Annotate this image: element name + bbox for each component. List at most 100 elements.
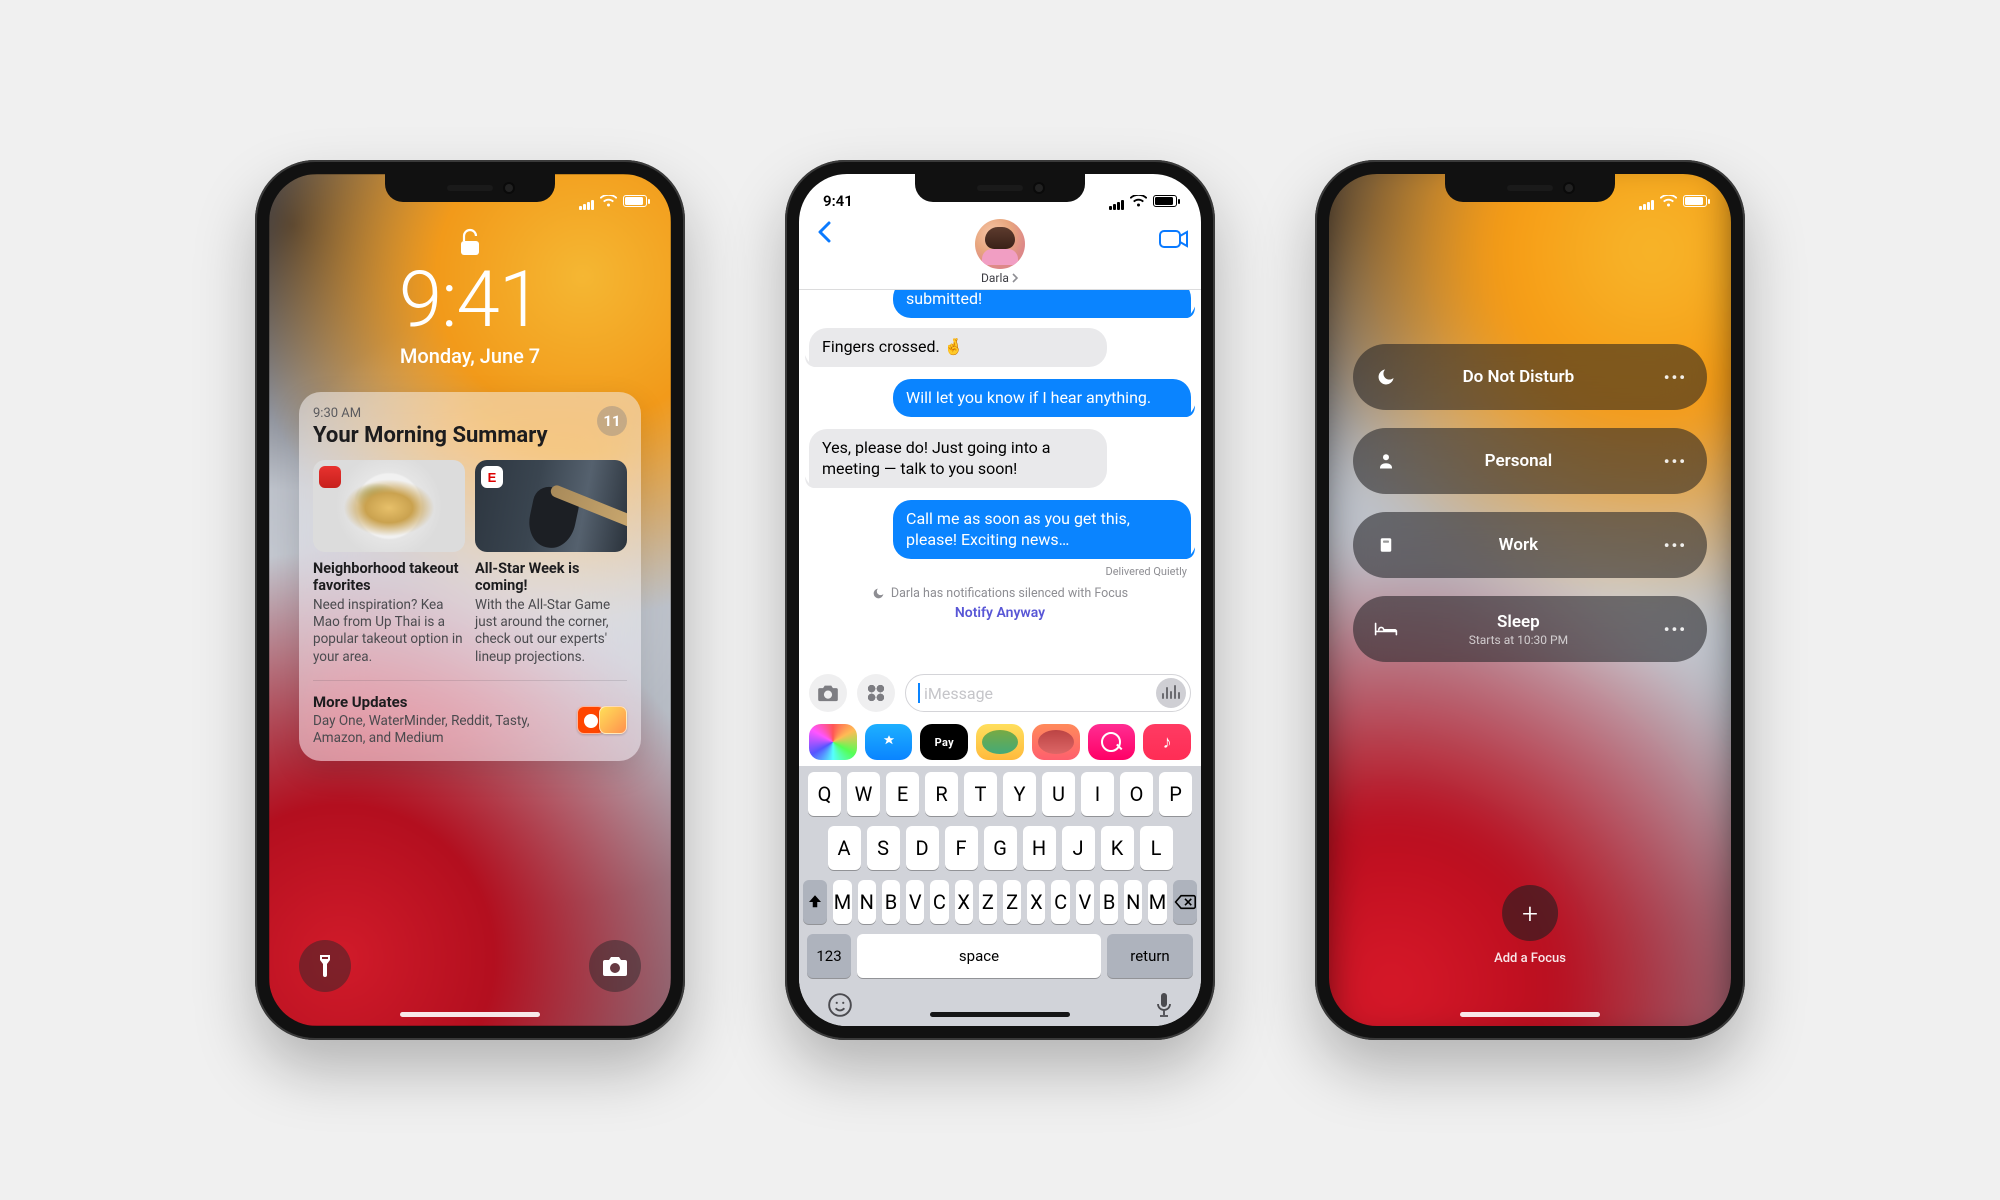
key-d[interactable]: D xyxy=(906,826,939,870)
key-h[interactable]: H xyxy=(1023,826,1056,870)
key-w[interactable]: W xyxy=(847,772,880,816)
message-in[interactable]: Yes, please do! Just going into a meetin… xyxy=(809,429,1107,488)
key-g[interactable]: G xyxy=(984,826,1017,870)
key-v[interactable]: V xyxy=(1076,880,1094,924)
app-photos[interactable] xyxy=(809,724,857,760)
espn-app-icon xyxy=(481,466,503,488)
lock-open-icon xyxy=(289,228,651,258)
key-x[interactable]: X xyxy=(1027,880,1045,924)
app-appstore[interactable] xyxy=(865,724,913,760)
key-y[interactable]: Y xyxy=(1003,772,1036,816)
focus-mode-options-button[interactable]: ••• xyxy=(1664,536,1687,555)
key-a[interactable]: A xyxy=(828,826,861,870)
key-l[interactable]: L xyxy=(1140,826,1173,870)
keyboard-row-1: QWERTYUIOP xyxy=(803,772,1197,816)
focus-mode-subtitle: Starts at 10:30 PM xyxy=(1373,633,1664,647)
space-key[interactable]: space xyxy=(857,934,1101,978)
key-z[interactable]: Z xyxy=(1003,880,1021,924)
key-b[interactable]: B xyxy=(882,880,900,924)
key-f[interactable]: F xyxy=(945,826,978,870)
summary-story[interactable]: All-Star Week is coming! With the All-St… xyxy=(475,460,627,666)
cellular-icon xyxy=(1638,192,1654,210)
focus-mode-work[interactable]: Work••• xyxy=(1353,512,1707,578)
tasty-app-icon xyxy=(599,706,627,734)
key-v[interactable]: V xyxy=(906,880,924,924)
wifi-icon xyxy=(1130,195,1147,207)
message-out[interactable]: Will let you know if I hear anything. xyxy=(893,379,1191,417)
lock-time: 9:41 xyxy=(289,262,651,340)
key-j[interactable]: J xyxy=(1062,826,1095,870)
message-out[interactable]: submitted! xyxy=(893,290,1191,318)
app-memoji[interactable] xyxy=(976,724,1024,760)
shift-key[interactable] xyxy=(803,880,827,924)
more-updates-app-icons xyxy=(583,706,627,734)
key-p[interactable]: P xyxy=(1159,772,1192,816)
app-applepay[interactable]: Pay xyxy=(920,724,968,760)
key-z[interactable]: Z xyxy=(979,880,997,924)
backspace-key[interactable] xyxy=(1173,880,1197,924)
key-c[interactable]: C xyxy=(1051,880,1069,924)
summary-timestamp: 9:30 AM xyxy=(313,406,548,421)
keyboard-row-2: ASDFGHJKL xyxy=(803,826,1197,870)
key-q[interactable]: Q xyxy=(808,772,841,816)
focus-mode-title: Sleep xyxy=(1373,612,1664,632)
message-input[interactable]: iMessage xyxy=(905,674,1191,712)
message-in[interactable]: Fingers crossed. 🤞 xyxy=(809,328,1107,366)
focus-mode-personal[interactable]: Personal••• xyxy=(1353,428,1707,494)
key-b[interactable]: B xyxy=(1100,880,1118,924)
key-s[interactable]: S xyxy=(867,826,900,870)
facetime-button[interactable] xyxy=(1159,229,1189,249)
add-focus-button[interactable]: + xyxy=(1502,885,1558,941)
dictation-key[interactable] xyxy=(1155,992,1173,1018)
cellular-icon xyxy=(1108,192,1124,210)
key-x[interactable]: X xyxy=(955,880,973,924)
home-indicator[interactable] xyxy=(400,1012,540,1017)
chevron-right-icon xyxy=(1011,273,1019,283)
home-indicator[interactable] xyxy=(930,1012,1070,1017)
key-k[interactable]: K xyxy=(1101,826,1134,870)
focus-mode-do-not-disturb[interactable]: Do Not Disturb••• xyxy=(1353,344,1707,410)
camera-button[interactable] xyxy=(809,674,847,712)
app-music[interactable] xyxy=(1143,724,1191,760)
message-out[interactable]: Call me as soon as you get this, please!… xyxy=(893,500,1191,559)
key-m[interactable]: M xyxy=(1148,880,1166,924)
imessage-apps-button[interactable] xyxy=(857,674,895,712)
message-placeholder: iMessage xyxy=(924,684,993,703)
key-n[interactable]: N xyxy=(858,880,876,924)
camera-button[interactable] xyxy=(589,940,641,992)
keyboard-row-3: MNBVCXZ ZXCVBNM xyxy=(803,880,1197,924)
key-i[interactable]: I xyxy=(1081,772,1114,816)
focus-mode-sleep[interactable]: SleepStarts at 10:30 PM••• xyxy=(1353,596,1707,662)
app-animoji[interactable] xyxy=(1032,724,1080,760)
notch xyxy=(385,174,555,202)
key-c[interactable]: C xyxy=(930,880,948,924)
focus-mode-options-button[interactable]: ••• xyxy=(1664,368,1687,387)
key-o[interactable]: O xyxy=(1120,772,1153,816)
message-thread[interactable]: submitted! Fingers crossed. 🤞 Will let y… xyxy=(799,290,1201,668)
contact-avatar xyxy=(975,219,1025,269)
contact-header[interactable]: Darla xyxy=(975,219,1025,285)
notification-summary-card[interactable]: 9:30 AM Your Morning Summary 11 Neighbor… xyxy=(299,392,641,761)
key-m[interactable]: M xyxy=(833,880,851,924)
numeric-key[interactable]: 123 xyxy=(807,934,851,978)
phone-messages: 9:41 Darla xyxy=(785,160,1215,1040)
app-images[interactable] xyxy=(1088,724,1136,760)
key-u[interactable]: U xyxy=(1042,772,1075,816)
key-t[interactable]: T xyxy=(964,772,997,816)
emoji-key[interactable] xyxy=(827,992,853,1018)
return-key[interactable]: return xyxy=(1107,934,1193,978)
home-indicator[interactable] xyxy=(1460,1012,1600,1017)
focus-mode-options-button[interactable]: ••• xyxy=(1664,620,1687,639)
audio-message-button[interactable] xyxy=(1156,678,1186,708)
back-button[interactable] xyxy=(807,215,841,249)
key-e[interactable]: E xyxy=(886,772,919,816)
key-r[interactable]: R xyxy=(925,772,958,816)
more-updates-row[interactable]: More Updates Day One, WaterMinder, Reddi… xyxy=(313,680,627,748)
flashlight-button[interactable] xyxy=(299,940,351,992)
key-n[interactable]: N xyxy=(1124,880,1142,924)
summary-story[interactable]: Neighborhood takeout favorites Need insp… xyxy=(313,460,465,666)
notify-anyway-button[interactable]: Notify Anyway xyxy=(809,605,1191,621)
status-time: 9:41 xyxy=(823,192,853,210)
focus-mode-options-button[interactable]: ••• xyxy=(1664,452,1687,471)
add-focus-label: Add a Focus xyxy=(1494,951,1566,966)
